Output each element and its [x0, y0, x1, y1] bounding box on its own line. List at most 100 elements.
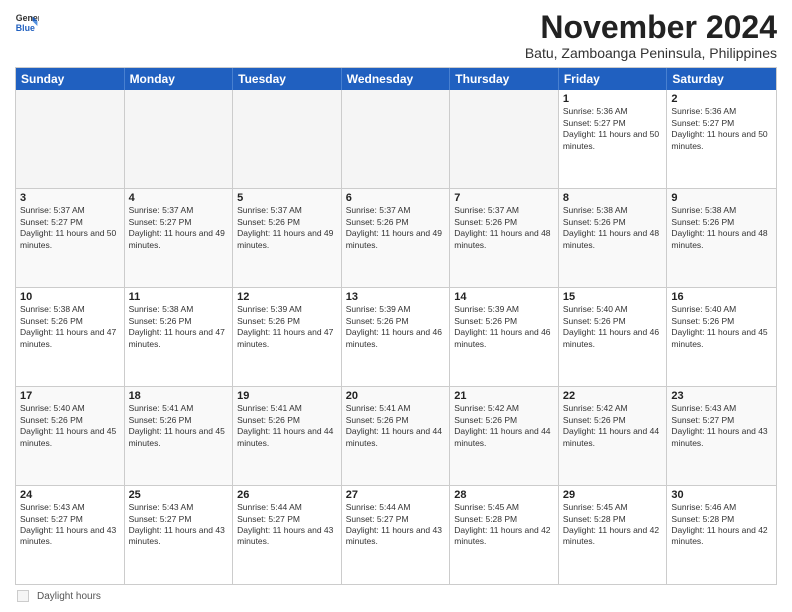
- svg-text:Blue: Blue: [16, 23, 35, 33]
- cal-header-cell: Friday: [559, 68, 668, 90]
- calendar-cell: 1Sunrise: 5:36 AM Sunset: 5:27 PM Daylig…: [559, 90, 668, 188]
- calendar-cell: 4Sunrise: 5:37 AM Sunset: 5:27 PM Daylig…: [125, 189, 234, 287]
- calendar-cell: 19Sunrise: 5:41 AM Sunset: 5:26 PM Dayli…: [233, 387, 342, 485]
- cal-header-cell: Wednesday: [342, 68, 451, 90]
- cal-header-cell: Tuesday: [233, 68, 342, 90]
- cell-info: Sunrise: 5:38 AM Sunset: 5:26 PM Dayligh…: [129, 304, 229, 350]
- day-number: 18: [129, 390, 229, 402]
- calendar-week: 1Sunrise: 5:36 AM Sunset: 5:27 PM Daylig…: [16, 90, 776, 189]
- cell-info: Sunrise: 5:40 AM Sunset: 5:26 PM Dayligh…: [20, 403, 120, 449]
- cell-info: Sunrise: 5:45 AM Sunset: 5:28 PM Dayligh…: [563, 502, 663, 548]
- cell-info: Sunrise: 5:42 AM Sunset: 5:26 PM Dayligh…: [563, 403, 663, 449]
- calendar-cell: 17Sunrise: 5:40 AM Sunset: 5:26 PM Dayli…: [16, 387, 125, 485]
- location-subtitle: Batu, Zamboanga Peninsula, Philippines: [525, 45, 777, 61]
- day-number: 21: [454, 390, 554, 402]
- calendar-cell: [233, 90, 342, 188]
- day-number: 17: [20, 390, 120, 402]
- calendar-cell: 22Sunrise: 5:42 AM Sunset: 5:26 PM Dayli…: [559, 387, 668, 485]
- calendar-cell: 28Sunrise: 5:45 AM Sunset: 5:28 PM Dayli…: [450, 486, 559, 584]
- cell-info: Sunrise: 5:44 AM Sunset: 5:27 PM Dayligh…: [346, 502, 446, 548]
- cell-info: Sunrise: 5:37 AM Sunset: 5:27 PM Dayligh…: [20, 205, 120, 251]
- day-number: 6: [346, 192, 446, 204]
- day-number: 14: [454, 291, 554, 303]
- calendar-cell: 14Sunrise: 5:39 AM Sunset: 5:26 PM Dayli…: [450, 288, 559, 386]
- month-title: November 2024: [525, 10, 777, 45]
- day-number: 8: [563, 192, 663, 204]
- day-number: 28: [454, 489, 554, 501]
- calendar-cell: 13Sunrise: 5:39 AM Sunset: 5:26 PM Dayli…: [342, 288, 451, 386]
- cell-info: Sunrise: 5:37 AM Sunset: 5:26 PM Dayligh…: [346, 205, 446, 251]
- cell-info: Sunrise: 5:41 AM Sunset: 5:26 PM Dayligh…: [129, 403, 229, 449]
- day-number: 26: [237, 489, 337, 501]
- cell-info: Sunrise: 5:37 AM Sunset: 5:27 PM Dayligh…: [129, 205, 229, 251]
- cell-info: Sunrise: 5:43 AM Sunset: 5:27 PM Dayligh…: [129, 502, 229, 548]
- logo: General Blue: [15, 10, 39, 34]
- calendar-cell: 27Sunrise: 5:44 AM Sunset: 5:27 PM Dayli…: [342, 486, 451, 584]
- day-number: 2: [671, 93, 772, 105]
- cell-info: Sunrise: 5:36 AM Sunset: 5:27 PM Dayligh…: [671, 106, 772, 152]
- day-number: 24: [20, 489, 120, 501]
- cell-info: Sunrise: 5:41 AM Sunset: 5:26 PM Dayligh…: [237, 403, 337, 449]
- calendar-cell: 10Sunrise: 5:38 AM Sunset: 5:26 PM Dayli…: [16, 288, 125, 386]
- title-block: November 2024 Batu, Zamboanga Peninsula,…: [525, 10, 777, 61]
- cell-info: Sunrise: 5:43 AM Sunset: 5:27 PM Dayligh…: [671, 403, 772, 449]
- cell-info: Sunrise: 5:43 AM Sunset: 5:27 PM Dayligh…: [20, 502, 120, 548]
- day-number: 3: [20, 192, 120, 204]
- legend-label: Daylight hours: [37, 591, 101, 602]
- cell-info: Sunrise: 5:37 AM Sunset: 5:26 PM Dayligh…: [237, 205, 337, 251]
- calendar-cell: 18Sunrise: 5:41 AM Sunset: 5:26 PM Dayli…: [125, 387, 234, 485]
- calendar-cell: 30Sunrise: 5:46 AM Sunset: 5:28 PM Dayli…: [667, 486, 776, 584]
- day-number: 12: [237, 291, 337, 303]
- day-number: 19: [237, 390, 337, 402]
- cal-header-cell: Saturday: [667, 68, 776, 90]
- cell-info: Sunrise: 5:38 AM Sunset: 5:26 PM Dayligh…: [671, 205, 772, 251]
- cell-info: Sunrise: 5:38 AM Sunset: 5:26 PM Dayligh…: [563, 205, 663, 251]
- day-number: 29: [563, 489, 663, 501]
- day-number: 25: [129, 489, 229, 501]
- cell-info: Sunrise: 5:44 AM Sunset: 5:27 PM Dayligh…: [237, 502, 337, 548]
- calendar-week: 10Sunrise: 5:38 AM Sunset: 5:26 PM Dayli…: [16, 288, 776, 387]
- day-number: 20: [346, 390, 446, 402]
- calendar-cell: 16Sunrise: 5:40 AM Sunset: 5:26 PM Dayli…: [667, 288, 776, 386]
- calendar-cell: 2Sunrise: 5:36 AM Sunset: 5:27 PM Daylig…: [667, 90, 776, 188]
- calendar-cell: [450, 90, 559, 188]
- calendar-cell: 5Sunrise: 5:37 AM Sunset: 5:26 PM Daylig…: [233, 189, 342, 287]
- calendar-week: 24Sunrise: 5:43 AM Sunset: 5:27 PM Dayli…: [16, 486, 776, 584]
- logo-icon: General Blue: [15, 10, 39, 34]
- page: General Blue November 2024 Batu, Zamboan…: [0, 0, 792, 612]
- legend-box: [17, 590, 29, 602]
- calendar-cell: 12Sunrise: 5:39 AM Sunset: 5:26 PM Dayli…: [233, 288, 342, 386]
- day-number: 23: [671, 390, 772, 402]
- legend: Daylight hours: [15, 590, 777, 602]
- cal-header-cell: Monday: [125, 68, 234, 90]
- cell-info: Sunrise: 5:40 AM Sunset: 5:26 PM Dayligh…: [671, 304, 772, 350]
- calendar-cell: 25Sunrise: 5:43 AM Sunset: 5:27 PM Dayli…: [125, 486, 234, 584]
- calendar-cell: 23Sunrise: 5:43 AM Sunset: 5:27 PM Dayli…: [667, 387, 776, 485]
- cal-header-cell: Sunday: [16, 68, 125, 90]
- calendar-cell: [16, 90, 125, 188]
- calendar-cell: 6Sunrise: 5:37 AM Sunset: 5:26 PM Daylig…: [342, 189, 451, 287]
- cell-info: Sunrise: 5:36 AM Sunset: 5:27 PM Dayligh…: [563, 106, 663, 152]
- cell-info: Sunrise: 5:45 AM Sunset: 5:28 PM Dayligh…: [454, 502, 554, 548]
- calendar-cell: 8Sunrise: 5:38 AM Sunset: 5:26 PM Daylig…: [559, 189, 668, 287]
- day-number: 11: [129, 291, 229, 303]
- calendar-cell: 15Sunrise: 5:40 AM Sunset: 5:26 PM Dayli…: [559, 288, 668, 386]
- calendar-header-row: SundayMondayTuesdayWednesdayThursdayFrid…: [16, 68, 776, 90]
- calendar-cell: 3Sunrise: 5:37 AM Sunset: 5:27 PM Daylig…: [16, 189, 125, 287]
- calendar-cell: 24Sunrise: 5:43 AM Sunset: 5:27 PM Dayli…: [16, 486, 125, 584]
- day-number: 13: [346, 291, 446, 303]
- calendar-cell: [342, 90, 451, 188]
- day-number: 15: [563, 291, 663, 303]
- day-number: 16: [671, 291, 772, 303]
- day-number: 4: [129, 192, 229, 204]
- calendar-cell: 7Sunrise: 5:37 AM Sunset: 5:26 PM Daylig…: [450, 189, 559, 287]
- day-number: 9: [671, 192, 772, 204]
- cell-info: Sunrise: 5:39 AM Sunset: 5:26 PM Dayligh…: [346, 304, 446, 350]
- day-number: 22: [563, 390, 663, 402]
- calendar: SundayMondayTuesdayWednesdayThursdayFrid…: [15, 67, 777, 585]
- calendar-cell: 11Sunrise: 5:38 AM Sunset: 5:26 PM Dayli…: [125, 288, 234, 386]
- calendar-cell: 9Sunrise: 5:38 AM Sunset: 5:26 PM Daylig…: [667, 189, 776, 287]
- calendar-cell: 29Sunrise: 5:45 AM Sunset: 5:28 PM Dayli…: [559, 486, 668, 584]
- calendar-cell: 20Sunrise: 5:41 AM Sunset: 5:26 PM Dayli…: [342, 387, 451, 485]
- calendar-cell: 26Sunrise: 5:44 AM Sunset: 5:27 PM Dayli…: [233, 486, 342, 584]
